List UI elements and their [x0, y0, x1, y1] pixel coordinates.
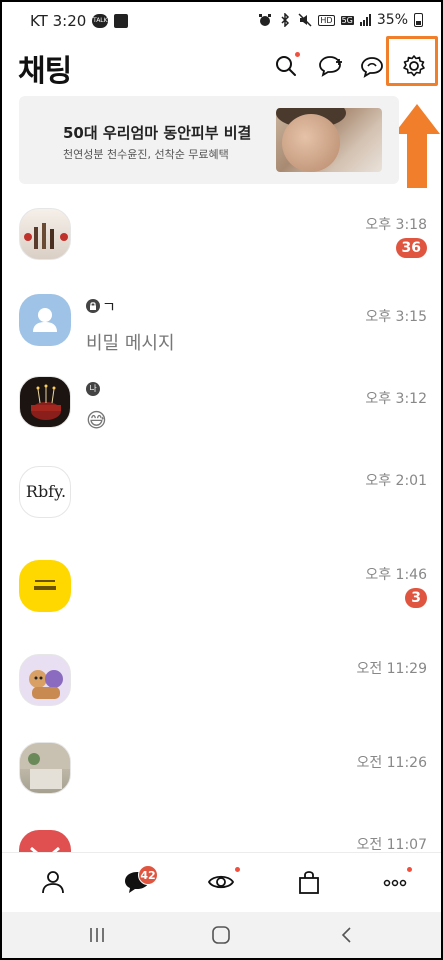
talk-notification-icon: TALK: [92, 14, 109, 28]
room-image: [20, 743, 70, 789]
home-icon[interactable]: [210, 924, 232, 946]
chat-avatar: [19, 654, 71, 706]
chat-time: 오후 2:01: [365, 473, 427, 489]
more-notification-dot: [407, 867, 412, 872]
new-chat-icon[interactable]: [316, 52, 344, 80]
candles-image: [24, 223, 68, 249]
chat-time: 오전 11:26: [356, 755, 427, 771]
alarm-icon: [259, 14, 272, 26]
chat-time: 오전 11:07: [356, 837, 427, 853]
chat-avatar: Rbfy.: [19, 466, 71, 518]
chat-time: 오후 1:46: [365, 567, 427, 583]
signal-icon: [359, 14, 371, 26]
search-notification-dot: [295, 52, 300, 57]
network-icon: 5G: [340, 15, 354, 25]
mute-icon: [298, 13, 312, 27]
logo-image: [34, 580, 56, 590]
chat-message: 😅: [86, 408, 107, 432]
battery-percent: 35%: [376, 12, 408, 28]
me-badge: 나: [86, 382, 100, 396]
shopping-tab-icon[interactable]: [294, 867, 324, 897]
ad-title: 50대 우리엄마 동안피부 비결: [63, 124, 252, 142]
status-bar: KT 3:20 TALK HD 5G 35%: [2, 2, 441, 42]
chat-row[interactable]: ㄱ 비밀 메시지 오후 3:15: [2, 284, 441, 366]
chat-row[interactable]: 오후 1:46 3: [2, 550, 441, 632]
unread-badge: 36: [395, 238, 427, 258]
friends-tab-icon[interactable]: [38, 867, 68, 897]
gallery-notification-icon: [114, 14, 129, 28]
battery-icon: [414, 13, 423, 27]
avatar-logo-text: Rbfy.: [25, 482, 67, 501]
view-notification-dot: [235, 867, 240, 872]
status-left: KT 3:20 TALK: [30, 12, 129, 30]
page-title: 채팅: [18, 54, 72, 89]
phone-screen: KT 3:20 TALK HD 5G 35% 채팅 50대 우리엄마 동안피부 …: [2, 2, 441, 958]
hd-icon: HD: [318, 14, 335, 26]
chat-row[interactable]: Rbfy. 오후 2:01: [2, 454, 441, 536]
bottom-nav: 42: [2, 852, 441, 912]
chat-row[interactable]: 오후 3:18 36: [2, 198, 441, 280]
back-icon[interactable]: [336, 924, 358, 946]
open-chat-icon[interactable]: [358, 52, 386, 80]
bluetooth-icon: [281, 13, 290, 27]
chat-name: ㄱ: [102, 298, 116, 316]
settings-highlight-box: [386, 36, 438, 86]
more-tab-icon[interactable]: [380, 867, 410, 897]
chat-row[interactable]: 오전 11:26: [2, 730, 441, 812]
arrow-up-icon: [394, 104, 440, 188]
unread-badge: 3: [405, 588, 427, 608]
ad-image: [276, 108, 382, 172]
ad-banner[interactable]: 50대 우리엄마 동안피부 비결 천연성분 천수윤진, 선착순 무료혜택: [19, 96, 399, 184]
chat-avatar: [19, 376, 71, 428]
status-right: HD 5G 35%: [258, 12, 423, 28]
person-icon: [33, 308, 57, 332]
view-tab-icon[interactable]: [206, 867, 236, 897]
chat-time: 오전 11:29: [356, 661, 427, 677]
chat-row[interactable]: 나 😅 오후 3:12: [2, 366, 441, 448]
system-nav-bar: [2, 912, 441, 958]
chat-time: 오후 3:18: [365, 217, 427, 233]
chat-time: 오후 3:15: [365, 309, 427, 325]
recent-apps-icon[interactable]: [86, 924, 108, 946]
lock-icon: [86, 299, 100, 313]
chat-unread-badge: 42: [138, 865, 158, 885]
chat-avatar: [19, 560, 71, 612]
chat-avatar: [19, 742, 71, 794]
header: 채팅: [2, 42, 441, 90]
chat-avatar: [19, 208, 71, 260]
default-profile-avatar: [19, 294, 71, 346]
chat-time: 오후 3:12: [365, 391, 427, 407]
character-image: [29, 670, 63, 699]
chat-message: 비밀 메시지: [86, 333, 175, 354]
chat-row[interactable]: 오전 11:29: [2, 644, 441, 726]
cake-image: [31, 384, 61, 420]
carrier-time: KT 3:20: [30, 12, 87, 30]
ad-subtitle: 천연성분 천수윤진, 선착순 무료혜택: [63, 148, 229, 161]
